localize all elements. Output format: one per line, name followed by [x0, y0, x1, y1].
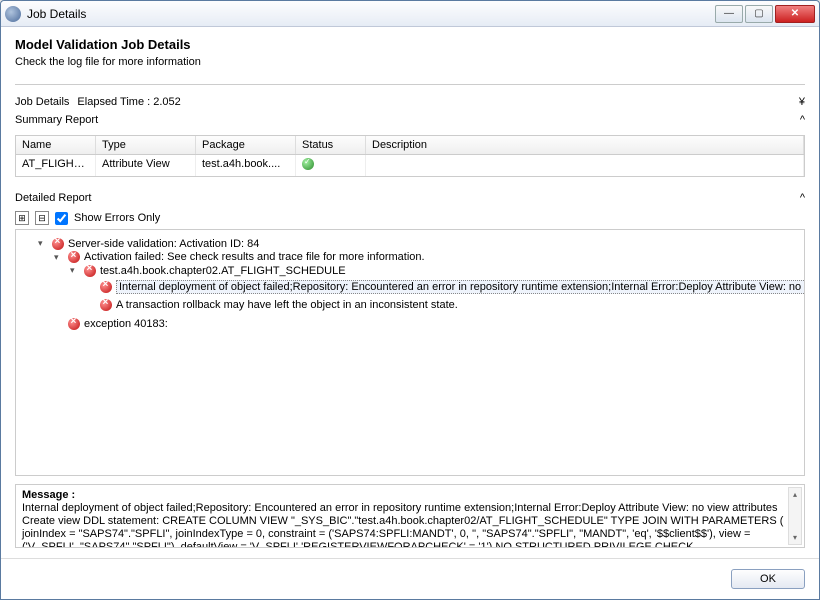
tree-node[interactable]: Activation failed: See check results and…	[84, 251, 425, 263]
divider	[15, 84, 805, 85]
cell-name: AT_FLIGHT_S...	[16, 155, 96, 176]
expand-all-button[interactable]: ⊞	[15, 211, 29, 225]
dialog-window: Job Details — ▢ ✕ Model Validation Job D…	[0, 0, 820, 600]
app-icon	[5, 6, 21, 22]
col-status[interactable]: Status	[296, 136, 366, 154]
detailed-section-header[interactable]: Detailed Report ^	[15, 189, 805, 207]
ok-button[interactable]: OK	[731, 569, 805, 589]
col-name[interactable]: Name	[16, 136, 96, 154]
scroll-down-icon[interactable]: ▾	[793, 531, 797, 544]
close-button[interactable]: ✕	[775, 5, 815, 23]
job-details-label: Job Details	[15, 96, 69, 108]
cell-description	[366, 155, 804, 176]
message-body[interactable]: Internal deployment of object failed;Rep…	[22, 502, 798, 548]
message-label: Message :	[22, 489, 798, 502]
cell-type: Attribute View	[96, 155, 196, 176]
tree-node-selected[interactable]: Internal deployment of object failed;Rep…	[116, 280, 805, 294]
error-icon	[100, 299, 112, 311]
show-errors-checkbox[interactable]	[55, 212, 68, 225]
tree-node[interactable]: test.a4h.book.chapter02.AT_FLIGHT_SCHEDU…	[100, 265, 346, 277]
detailed-tree[interactable]: ▾ Server-side validation: Activation ID: …	[15, 229, 805, 476]
chevron-up-icon: ^	[800, 114, 805, 126]
summary-table: Name Type Package Status Description AT_…	[15, 135, 805, 177]
detailed-label: Detailed Report	[15, 192, 91, 204]
tree-node[interactable]: A transaction rollback may have left the…	[116, 299, 458, 311]
col-description[interactable]: Description	[366, 136, 804, 154]
tree-controls: ⊞ ⊟ Show Errors Only	[15, 207, 805, 229]
show-errors-label: Show Errors Only	[74, 212, 160, 224]
message-box: Message : Internal deployment of object …	[15, 484, 805, 548]
elapsed-time: Elapsed Time : 2.052	[77, 96, 180, 108]
cell-package: test.a4h.book....	[196, 155, 296, 176]
chevron-up-icon: ^	[800, 192, 805, 204]
window-title: Job Details	[27, 7, 715, 21]
tree-node[interactable]: Server-side validation: Activation ID: 8…	[68, 238, 259, 250]
chevron-down-icon: ¥	[799, 96, 805, 108]
error-icon	[68, 318, 80, 330]
table-row[interactable]: AT_FLIGHT_S... Attribute View test.a4h.b…	[16, 155, 804, 176]
page-subtitle: Check the log file for more information	[15, 56, 805, 68]
error-icon	[100, 281, 112, 293]
summary-label: Summary Report	[15, 114, 98, 126]
window-buttons: — ▢ ✕	[715, 5, 815, 23]
error-icon	[52, 238, 64, 250]
col-package[interactable]: Package	[196, 136, 296, 154]
job-details-section-header[interactable]: Job Details Elapsed Time : 2.052 ¥	[15, 93, 805, 111]
table-header: Name Type Package Status Description	[16, 136, 804, 155]
dialog-footer: OK	[1, 558, 819, 599]
disclose-icon[interactable]: ▾	[54, 252, 64, 263]
error-icon	[68, 251, 80, 263]
collapse-all-button[interactable]: ⊟	[35, 211, 49, 225]
cell-status	[296, 155, 366, 176]
col-type[interactable]: Type	[96, 136, 196, 154]
dialog-content: Model Validation Job Details Check the l…	[1, 27, 819, 558]
scrollbar[interactable]: ▴▾	[788, 487, 802, 545]
summary-section-header[interactable]: Summary Report ^	[15, 111, 805, 129]
error-icon	[84, 265, 96, 277]
disclose-icon[interactable]: ▾	[38, 238, 48, 249]
minimize-button[interactable]: —	[715, 5, 743, 23]
scroll-up-icon[interactable]: ▴	[793, 488, 797, 501]
titlebar[interactable]: Job Details — ▢ ✕	[1, 1, 819, 27]
disclose-icon[interactable]: ▾	[70, 265, 80, 276]
tree-node[interactable]: exception 40183:	[84, 318, 168, 330]
status-ok-icon	[302, 158, 314, 170]
maximize-button[interactable]: ▢	[745, 5, 773, 23]
page-title: Model Validation Job Details	[15, 37, 805, 52]
